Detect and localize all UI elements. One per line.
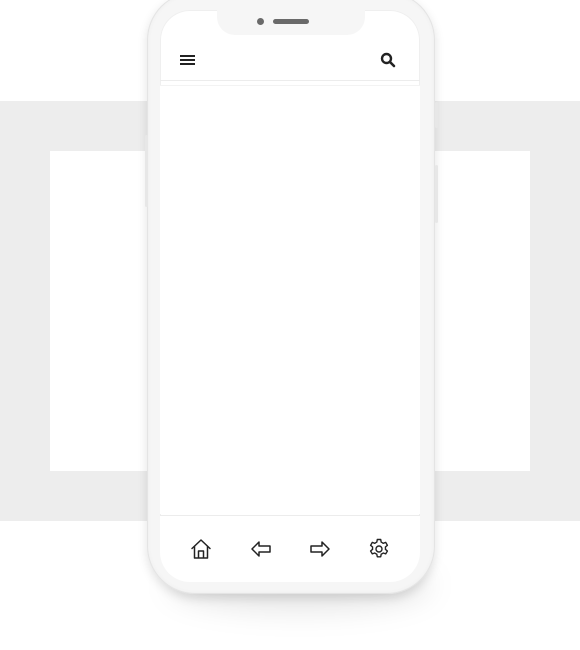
topbar-divider: [160, 80, 420, 81]
earpiece-speaker: [273, 19, 309, 24]
side-button: [435, 165, 438, 223]
bottom-navigation: [160, 516, 420, 582]
power-button: [435, 102, 438, 128]
arrow-right-icon[interactable]: [307, 536, 333, 562]
home-icon[interactable]: [188, 536, 214, 562]
phone-screen: [160, 10, 420, 582]
search-icon[interactable]: [376, 48, 400, 72]
settings-icon[interactable]: [366, 536, 392, 562]
volume-button: [145, 135, 148, 207]
front-camera: [257, 18, 264, 25]
content-area: [160, 86, 420, 514]
app-topbar: [160, 34, 420, 80]
menu-icon[interactable]: [176, 48, 200, 72]
arrow-left-icon[interactable]: [248, 536, 274, 562]
notch: [217, 10, 365, 35]
